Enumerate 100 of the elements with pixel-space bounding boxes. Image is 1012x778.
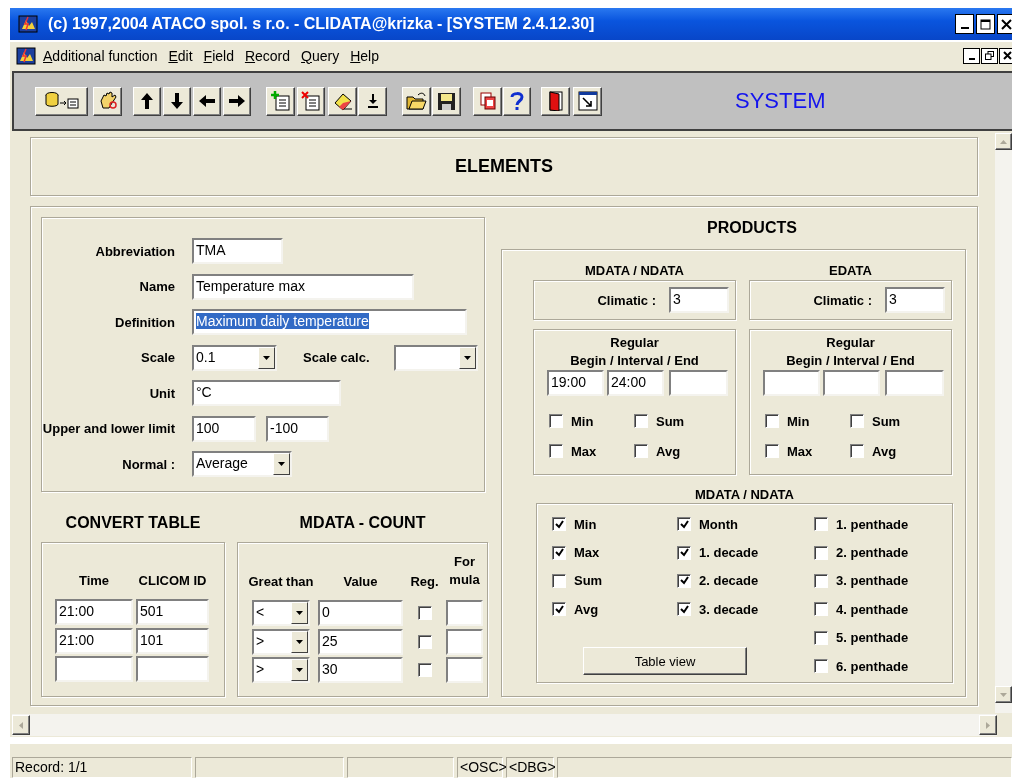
text-field[interactable]: 101 bbox=[136, 627, 209, 654]
checkbox-label: 1. decade bbox=[699, 545, 759, 561]
scroll-right-button[interactable] bbox=[979, 715, 997, 735]
menu-item[interactable]: Record bbox=[244, 46, 291, 65]
checkbox[interactable] bbox=[765, 444, 779, 458]
checkbox[interactable] bbox=[549, 414, 563, 428]
text-field[interactable]: 0 bbox=[318, 600, 403, 626]
checkbox[interactable] bbox=[552, 545, 566, 560]
eraser-icon[interactable] bbox=[328, 86, 357, 116]
checkbox[interactable] bbox=[549, 444, 563, 458]
text-field[interactable] bbox=[55, 656, 133, 682]
checkbox[interactable] bbox=[417, 663, 432, 677]
restore-button[interactable] bbox=[981, 47, 998, 64]
checkbox[interactable] bbox=[417, 634, 432, 649]
scroll-left-button[interactable] bbox=[12, 715, 30, 735]
arrow-down-icon[interactable] bbox=[163, 86, 191, 116]
text-field[interactable]: -100 bbox=[266, 415, 329, 442]
menu-item[interactable]: Help bbox=[350, 46, 379, 65]
dropdown[interactable]: < bbox=[252, 600, 310, 626]
field-label: Normal : bbox=[122, 456, 175, 472]
caret-icon bbox=[278, 462, 285, 466]
text-field[interactable] bbox=[669, 370, 728, 396]
close-button[interactable] bbox=[997, 14, 1012, 34]
column-header: Value bbox=[343, 574, 378, 589]
text-field[interactable] bbox=[136, 656, 209, 682]
caret-icon bbox=[263, 355, 270, 360]
text-field[interactable]: 21:00 bbox=[55, 599, 133, 625]
text-field[interactable] bbox=[763, 370, 820, 396]
checkbox[interactable] bbox=[552, 573, 566, 588]
checkbox[interactable] bbox=[765, 414, 779, 428]
text-field[interactable] bbox=[885, 370, 944, 396]
menu-item[interactable]: Field bbox=[203, 46, 234, 65]
text-field[interactable]: 19:00 bbox=[547, 370, 604, 396]
checkbox[interactable] bbox=[814, 545, 828, 560]
minimize-button[interactable] bbox=[963, 47, 980, 64]
arrow-right-icon[interactable] bbox=[223, 86, 251, 116]
checkbox[interactable] bbox=[677, 517, 691, 532]
text-field[interactable] bbox=[823, 370, 880, 396]
hand-icon[interactable] bbox=[93, 86, 122, 116]
dropdown[interactable]: > bbox=[252, 657, 310, 683]
text-field[interactable]: Maximum daily temperature bbox=[192, 309, 467, 335]
dropdown[interactable] bbox=[393, 344, 478, 371]
menu-item[interactable]: Additional function bbox=[43, 46, 158, 65]
checkbox[interactable] bbox=[677, 602, 691, 617]
text-field[interactable]: 21:00 bbox=[55, 627, 133, 654]
text-field[interactable] bbox=[446, 628, 483, 655]
checkbox[interactable] bbox=[552, 602, 566, 617]
scroll-down-button[interactable] bbox=[995, 686, 1012, 703]
folder-icon[interactable] bbox=[402, 86, 431, 116]
checkbox-label: Max bbox=[574, 545, 600, 561]
text-field[interactable]: 501 bbox=[136, 599, 209, 625]
checkbox[interactable] bbox=[850, 444, 864, 458]
checkbox[interactable] bbox=[677, 545, 691, 560]
dropdown[interactable]: 0.1 bbox=[192, 344, 277, 371]
text-field[interactable]: 24:00 bbox=[607, 370, 664, 396]
checkbox[interactable] bbox=[417, 606, 432, 620]
help-icon[interactable] bbox=[503, 86, 531, 116]
exit-door-icon[interactable] bbox=[541, 86, 570, 116]
copy-icon[interactable] bbox=[473, 86, 502, 116]
section-title: MDATA - COUNT bbox=[299, 514, 426, 531]
text-field[interactable]: 25 bbox=[318, 628, 403, 655]
text-field[interactable] bbox=[446, 600, 483, 626]
text-field[interactable]: 3 bbox=[669, 287, 729, 313]
dropdown[interactable]: Average bbox=[192, 451, 292, 477]
scroll-up-button[interactable] bbox=[995, 133, 1012, 150]
database-list-icon[interactable] bbox=[35, 86, 88, 116]
text-field[interactable]: 30 bbox=[318, 657, 403, 683]
text-field[interactable]: Temperature max bbox=[192, 273, 414, 300]
close-button[interactable] bbox=[999, 47, 1012, 64]
horizontal-scrollbar[interactable] bbox=[12, 714, 997, 736]
field-label: Scale calc. bbox=[303, 350, 370, 365]
menu-item[interactable]: Edit bbox=[168, 46, 193, 65]
vertical-scrollbar[interactable] bbox=[995, 133, 1012, 713]
checkbox[interactable] bbox=[814, 602, 828, 617]
add-record-icon[interactable] bbox=[266, 86, 295, 116]
checkbox[interactable] bbox=[814, 573, 828, 588]
maximize-button[interactable] bbox=[976, 14, 995, 34]
minimize-button[interactable] bbox=[955, 14, 974, 34]
checkbox-label: 3. decade bbox=[699, 601, 759, 617]
text-field[interactable]: °C bbox=[192, 380, 341, 406]
text-field[interactable] bbox=[446, 657, 483, 683]
dropdown[interactable]: > bbox=[252, 628, 310, 655]
checkbox[interactable] bbox=[814, 659, 828, 674]
text-field[interactable]: TMA bbox=[192, 238, 283, 264]
checkbox[interactable] bbox=[552, 517, 566, 532]
arrow-up-icon[interactable] bbox=[133, 86, 161, 116]
save-icon[interactable] bbox=[432, 86, 461, 116]
checkbox[interactable] bbox=[814, 517, 828, 532]
arrow-left-icon[interactable] bbox=[193, 86, 221, 116]
table-view-button[interactable]: Table view bbox=[583, 647, 747, 676]
text-field[interactable]: 100 bbox=[192, 415, 256, 442]
resize-window-icon[interactable] bbox=[573, 86, 602, 116]
text-field[interactable]: 3 bbox=[885, 287, 945, 313]
menu-item[interactable]: Query bbox=[301, 46, 340, 65]
checkbox[interactable] bbox=[677, 573, 691, 588]
checkbox[interactable] bbox=[850, 414, 864, 428]
delete-record-icon[interactable] bbox=[297, 86, 325, 116]
checkbox[interactable] bbox=[634, 444, 648, 458]
checkbox[interactable] bbox=[814, 630, 828, 645]
checkbox[interactable] bbox=[634, 414, 648, 428]
